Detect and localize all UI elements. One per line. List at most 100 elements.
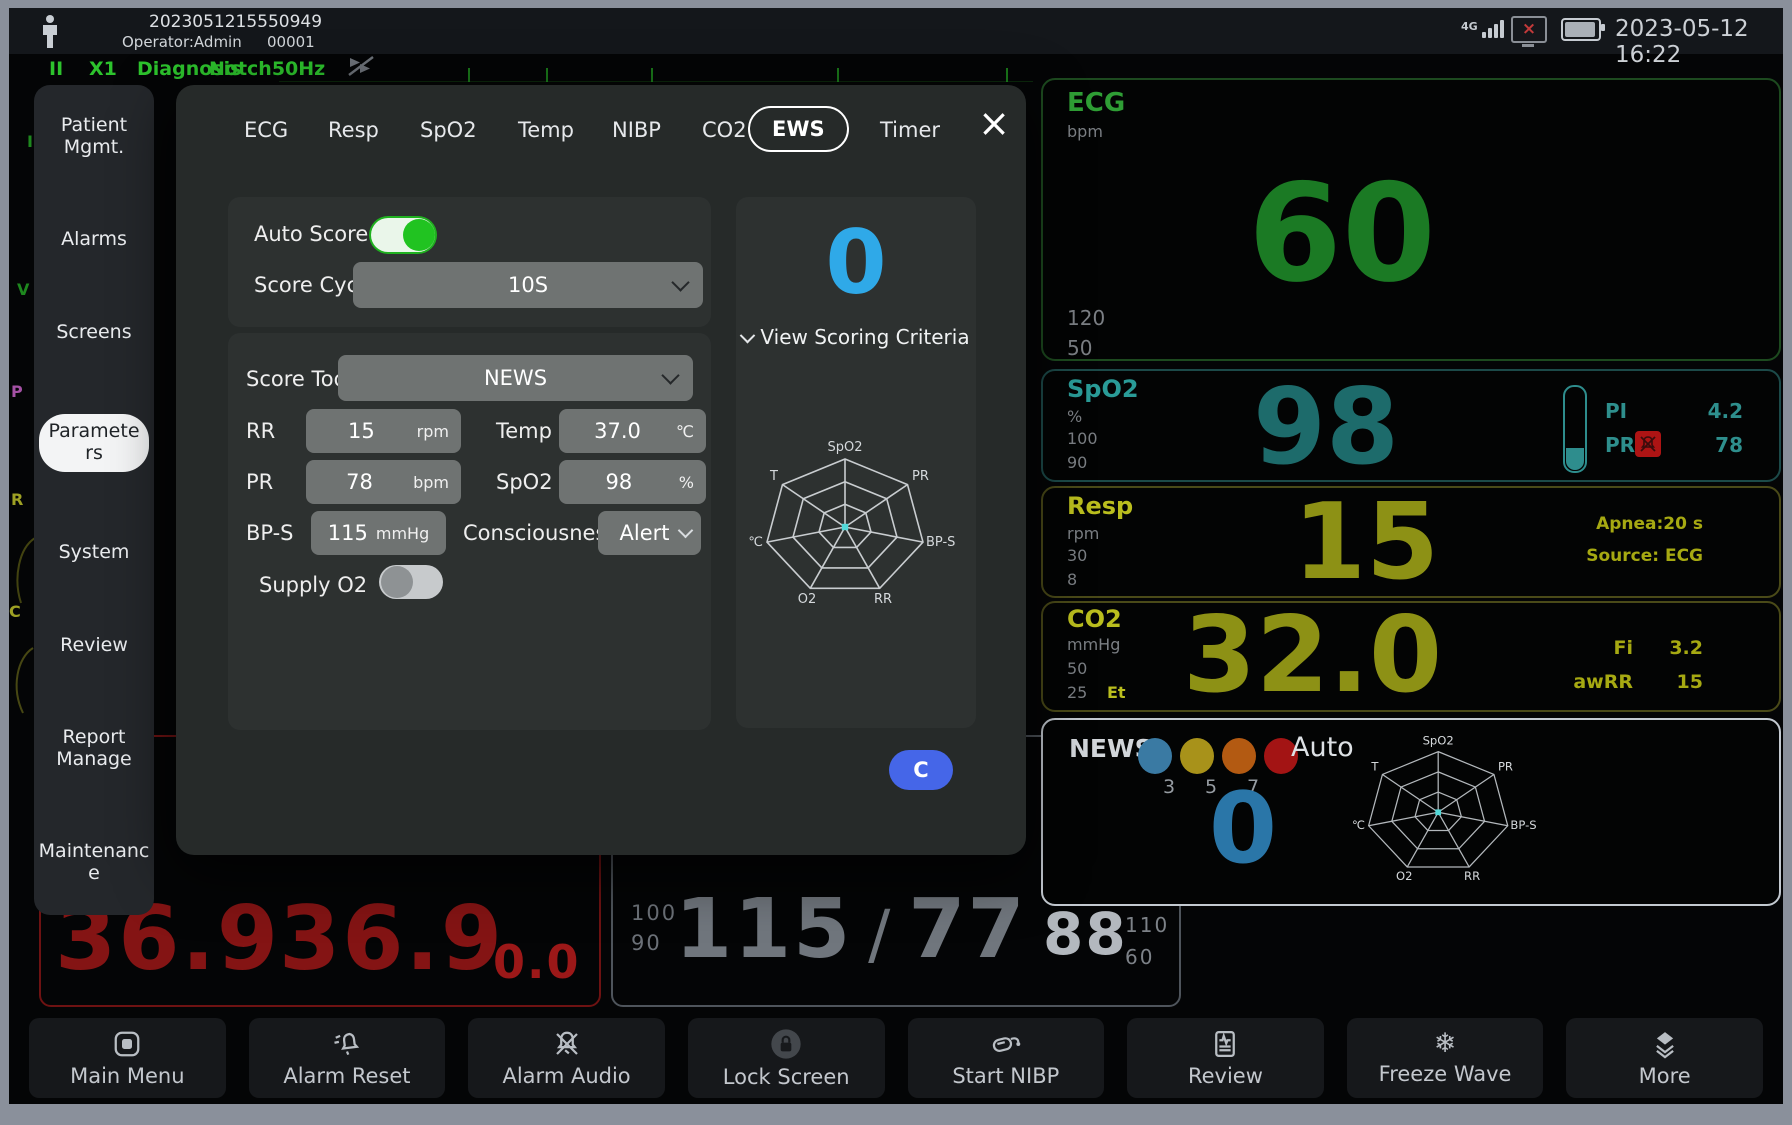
co2-panel[interactable]: CO2 mmHg 50 25 Et 32.0 Fi 3.2 awRR 15 [1041,601,1781,712]
score-cycle-select[interactable]: 10S [353,262,703,308]
pr-input[interactable]: 78 bpm [306,460,461,504]
ews-score-value: 0 [736,219,976,307]
ecg-lead-label[interactable]: II [49,58,63,80]
nibp-pr-limit-high: 110 [1125,915,1169,935]
resp-panel[interactable]: Resp rpm 30 8 15 Apnea:20 s Source: ECG [1041,486,1781,598]
tab-ecg[interactable]: ECG [244,118,288,142]
pi-value: 4.2 [1679,401,1743,421]
ecg-panel[interactable]: ECG bpm 60 120 50 [1041,78,1781,361]
tab-ews[interactable]: EWS [748,106,849,152]
rr-input[interactable]: 15 rpm [306,409,461,453]
sidebar-item-system[interactable]: System [37,542,151,564]
start-nibp-button[interactable]: Start NIBP [908,1018,1105,1098]
review-button[interactable]: Review [1127,1018,1324,1098]
ecg-limit-low: 50 [1067,338,1092,358]
pr-label: PR [246,470,273,494]
consciousness-value: Alert [620,521,670,545]
nibp-sys-limit-high: 100 [631,903,677,924]
bps-value: 115 [328,521,368,545]
spo2-perfusion-bar-icon [1563,385,1587,473]
co2-awrr-value: 15 [1643,673,1703,692]
tab-nibp[interactable]: NIBP [612,118,661,142]
sidebar-item-parameters[interactable]: Parameters [39,414,149,472]
supply-o2-toggle[interactable] [379,565,443,599]
temp-input[interactable]: 37.0 ℃ [559,409,706,453]
radar-label-spo2: SpO2 [1423,734,1454,748]
patient-icon[interactable] [39,14,61,50]
tab-spo2[interactable]: SpO2 [420,118,477,142]
button-label: Lock Screen [723,1065,850,1089]
co2-limit-high: 50 [1067,661,1087,677]
pr-label: PR [1605,435,1635,455]
battery-icon [1561,18,1601,41]
more-button[interactable]: More [1566,1018,1763,1098]
co2-unit: mmHg [1067,637,1120,653]
ecg-wave-baseline [279,81,1033,82]
main-menu-icon [112,1029,142,1059]
signal-4g-icon: 4G [1461,20,1504,38]
news-score-value: 0 [1183,780,1303,878]
network-disconnected-icon: × [1511,16,1547,43]
resp-source: Source: ECG [1463,548,1703,565]
ecg-wave-spike [651,68,653,82]
lock-screen-button[interactable]: Lock Screen [688,1018,885,1098]
nibp-separator: / [868,902,892,968]
nibp-pr-limit-low: 60 [1125,947,1154,967]
radar-label-rr: RR [874,592,892,607]
button-label: Freeze Wave [1379,1062,1512,1086]
sidebar-item-review[interactable]: Review [37,635,151,657]
temp-t2-value: 36.9 [279,895,504,983]
alarm-reset-button[interactable]: Alarm Reset [249,1018,446,1098]
close-icon[interactable]: × [974,103,1014,143]
patient-id: 00001 [267,33,315,51]
layers-more-icon [1650,1029,1680,1059]
spo2-input[interactable]: 98 % [559,460,706,504]
consciousness-label: Consciousness [463,521,617,545]
ecg-notch-label[interactable]: Notch50Hz [209,58,325,80]
button-label: Alarm Audio [502,1064,630,1088]
radar-label-temp: ℃ [1352,818,1365,832]
admit-id: 2023051215550949 [149,12,322,32]
alarm-audio-button[interactable]: Alarm Audio [468,1018,665,1098]
tab-timer[interactable]: Timer [880,118,940,142]
main-menu-button[interactable]: Main Menu [29,1018,226,1098]
ews-radar-chart: SpO2 PR BP-S RR O2 ℃ T [745,437,967,613]
sidebar-item-maintenance[interactable]: Maintenance [37,841,151,885]
spo2-unit: % [1067,409,1082,425]
view-scoring-criteria[interactable]: View Scoring Criteria [736,325,976,349]
ecg-wave-spike [468,68,470,82]
score-tool-select[interactable]: NEWS [338,355,693,401]
sidebar-item-report-manage[interactable]: Report Manage [37,727,151,771]
temp-td-value: 0.0 [493,939,581,985]
review-report-icon [1210,1029,1240,1059]
nibp-sys-limit-low: 90 [631,933,662,954]
nibp-cuff-icon [990,1029,1022,1059]
co2-awrr-label: awRR [1563,673,1633,692]
tab-resp[interactable]: Resp [328,118,379,142]
sidebar-item-screens[interactable]: Screens [37,322,151,344]
ecg-hr-value: 60 [1248,166,1436,301]
co2-title: CO2 [1067,607,1122,631]
sidebar-item-alarms[interactable]: Alarms [37,229,151,251]
consciousness-select[interactable]: Alert [598,511,701,555]
sidebar-item-patient-mgmt[interactable]: Patient Mgmt. [37,115,151,159]
button-label: Start NIBP [952,1064,1059,1088]
auto-score-toggle[interactable] [371,218,435,252]
radar-label-temp: ℃ [748,535,763,550]
spo2-panel[interactable]: SpO2 % 100 90 98 PI 4.2 PR 78 [1041,369,1781,482]
tab-co2[interactable]: CO2 [702,118,747,142]
ecg-limit-high: 120 [1067,308,1105,328]
radar-label-spo2: SpO2 [827,440,862,455]
criteria-label: View Scoring Criteria [760,325,969,349]
freeze-wave-button[interactable]: ❄ Freeze Wave [1347,1018,1544,1098]
news-score-panel[interactable]: NEWS 3 5 7 Auto 0 SpO2 PR BP-S RR O2 ℃ T [1041,718,1781,906]
tab-temp[interactable]: Temp [518,118,574,142]
radar-label-bps: BP-S [1510,818,1536,832]
confirm-button[interactable]: C [889,750,953,790]
resp-title: Resp [1067,494,1133,518]
ecg-gain-label[interactable]: X1 [89,58,117,80]
bps-input[interactable]: 115 mmHg [311,511,446,555]
score-tool-value: NEWS [484,366,547,390]
lock-icon [770,1028,802,1060]
spo2-value: 98 [1253,375,1399,480]
